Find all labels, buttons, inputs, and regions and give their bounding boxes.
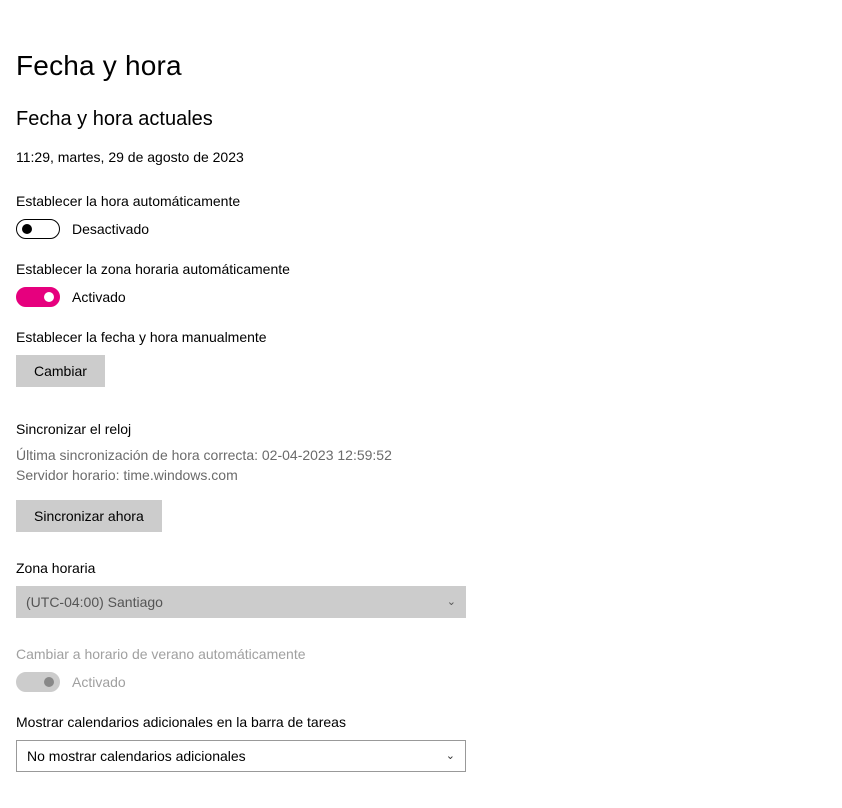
manual-datetime-setting: Establecer la fecha y hora manualmente C… bbox=[16, 329, 826, 387]
sync-clock-section: Sincronizar el reloj Última sincronizaci… bbox=[16, 421, 826, 532]
dst-toggle bbox=[16, 672, 60, 692]
additional-calendars-section: Mostrar calendarios adicionales en la ba… bbox=[16, 714, 826, 772]
auto-timezone-label: Establecer la zona horaria automáticamen… bbox=[16, 261, 826, 277]
auto-timezone-state: Activado bbox=[72, 289, 126, 305]
sync-heading: Sincronizar el reloj bbox=[16, 421, 826, 437]
chevron-down-icon: ⌄ bbox=[446, 749, 455, 762]
auto-timezone-setting: Establecer la zona horaria automáticamen… bbox=[16, 261, 826, 307]
timezone-dropdown: (UTC-04:00) Santiago ⌄ bbox=[16, 586, 466, 618]
sync-last-success: Última sincronización de hora correcta: … bbox=[16, 445, 826, 465]
toggle-knob-icon bbox=[22, 224, 32, 234]
additional-calendars-value: No mostrar calendarios adicionales bbox=[27, 748, 246, 764]
dst-label: Cambiar a horario de verano automáticame… bbox=[16, 646, 826, 662]
timezone-label: Zona horaria bbox=[16, 560, 826, 576]
auto-time-toggle[interactable] bbox=[16, 219, 60, 239]
page-title: Fecha y hora bbox=[16, 50, 826, 82]
dst-setting: Cambiar a horario de verano automáticame… bbox=[16, 646, 826, 692]
auto-timezone-toggle[interactable] bbox=[16, 287, 60, 307]
auto-time-state: Desactivado bbox=[72, 221, 149, 237]
toggle-knob-icon bbox=[44, 677, 54, 687]
sync-server: Servidor horario: time.windows.com bbox=[16, 465, 826, 485]
additional-calendars-dropdown[interactable]: No mostrar calendarios adicionales ⌄ bbox=[16, 740, 466, 772]
timezone-value: (UTC-04:00) Santiago bbox=[26, 594, 163, 610]
manual-datetime-label: Establecer la fecha y hora manualmente bbox=[16, 329, 826, 345]
auto-time-setting: Establecer la hora automáticamente Desac… bbox=[16, 193, 826, 239]
change-button[interactable]: Cambiar bbox=[16, 355, 105, 387]
auto-time-label: Establecer la hora automáticamente bbox=[16, 193, 826, 209]
timezone-section: Zona horaria (UTC-04:00) Santiago ⌄ bbox=[16, 560, 826, 618]
sync-now-button[interactable]: Sincronizar ahora bbox=[16, 500, 162, 532]
current-datetime-value: 11:29, martes, 29 de agosto de 2023 bbox=[16, 149, 826, 165]
current-datetime-heading: Fecha y hora actuales bbox=[16, 108, 826, 131]
toggle-knob-icon bbox=[44, 292, 54, 302]
dst-state: Activado bbox=[72, 674, 126, 690]
additional-calendars-label: Mostrar calendarios adicionales en la ba… bbox=[16, 714, 826, 730]
chevron-down-icon: ⌄ bbox=[447, 595, 456, 608]
